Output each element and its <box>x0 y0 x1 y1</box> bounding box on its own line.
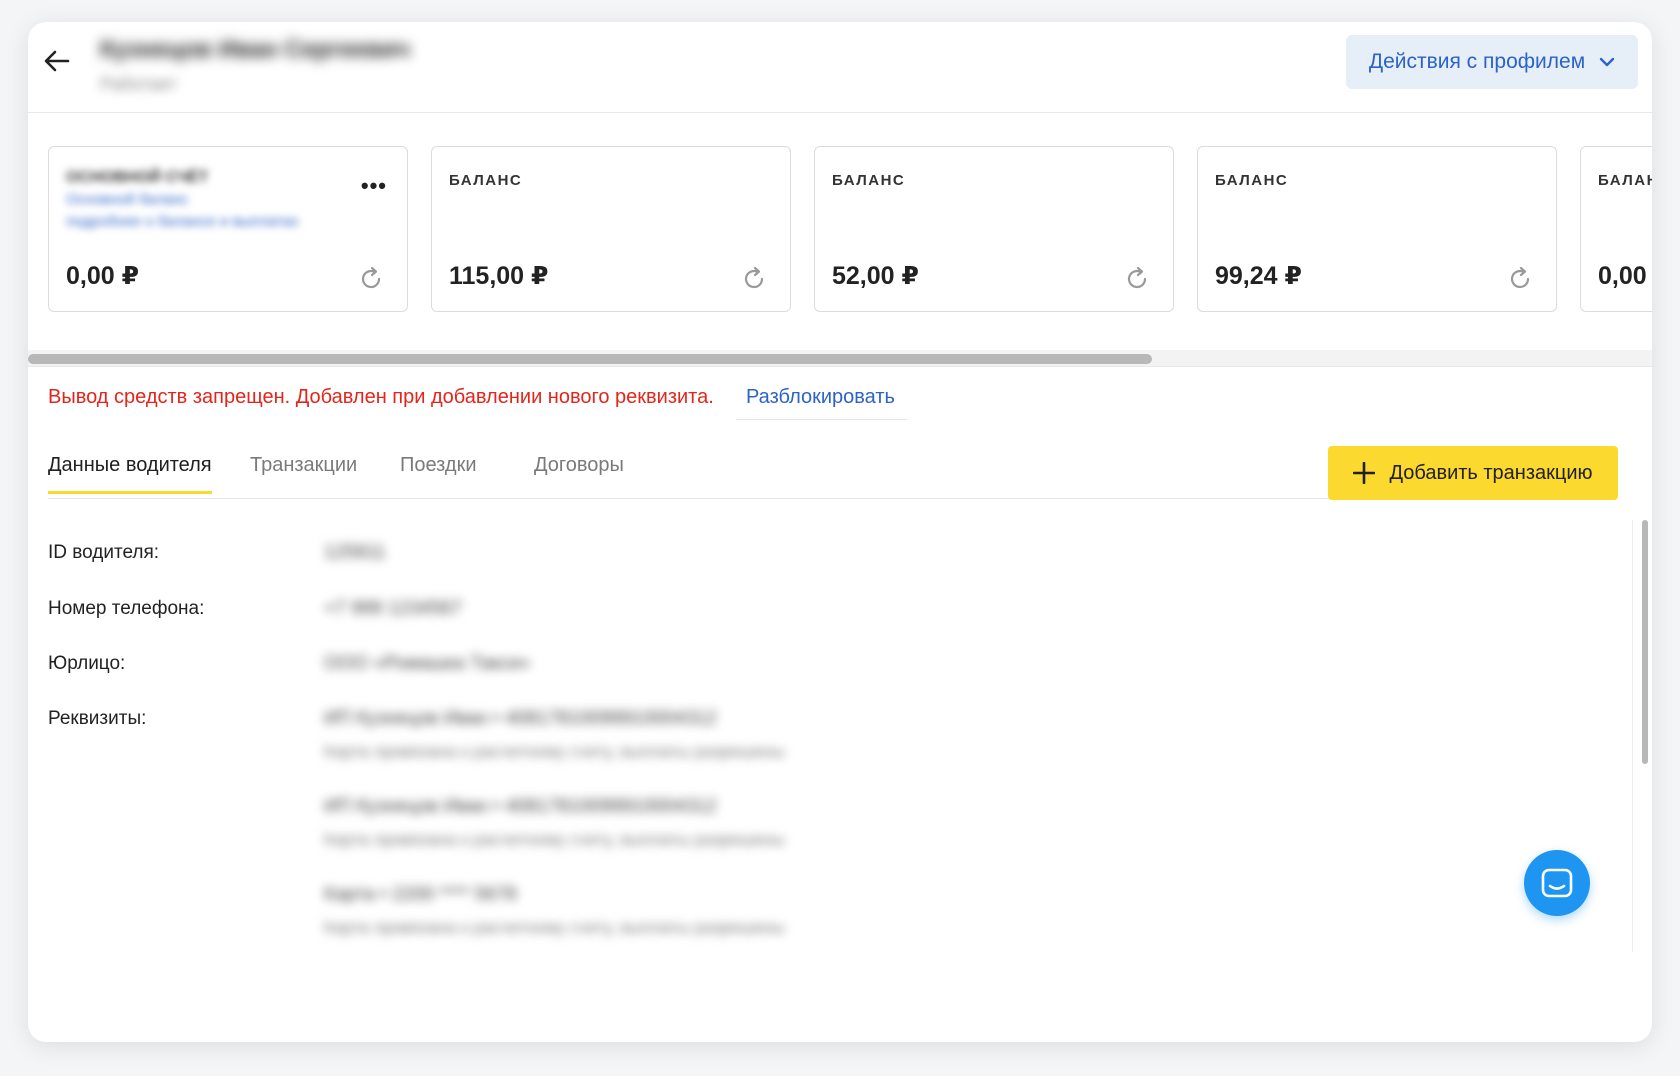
tab-transactions[interactable]: Транзакции <box>250 454 357 491</box>
app-window: Кузнецов Иван Сергеевич Работает Действи… <box>28 22 1652 1042</box>
legal-entity-label: Юрлицо: <box>48 653 126 674</box>
requisite-line: Карта • 2200 **** 5678 <box>324 884 517 905</box>
driver-details: ID водителя: 125811 Номер телефона: +7 9… <box>48 508 1628 948</box>
balance-card[interactable]: БАЛАНС 115,00 ₽ <box>431 146 791 312</box>
driver-name: Кузнецов Иван Сергеевич <box>100 36 410 63</box>
balance-card[interactable]: БАЛАНС 0,00 ₽ <box>1580 146 1652 312</box>
balance-cards: ОСНОВНОЙ СЧЁТ Основной баланс подробнее … <box>48 146 1652 318</box>
withdrawal-blocked-warning: Вывод средств запрещен. Добавлен при доб… <box>48 386 714 408</box>
page-header: Кузнецов Иван Сергеевич Работает Действи… <box>28 22 1652 113</box>
add-transaction-label: Добавить транзакцию <box>1389 461 1593 484</box>
profile-actions-label: Действия с профилем <box>1368 50 1586 73</box>
more-dots-icon[interactable]: ••• <box>361 173 387 199</box>
refresh-icon[interactable] <box>1506 265 1534 293</box>
tab-contracts[interactable]: Договоры <box>534 454 624 491</box>
card-amount: 0,00 ₽ <box>66 262 139 290</box>
balance-card[interactable]: БАЛАНС 99,24 ₽ <box>1197 146 1557 312</box>
chevron-down-icon <box>1599 57 1615 67</box>
card-label: БАЛАНС <box>1598 172 1652 189</box>
phone-value: +7 999 1234567 <box>324 598 462 619</box>
unblock-link[interactable]: Разблокировать <box>736 386 907 420</box>
vertical-scrollbar-track[interactable] <box>1632 520 1633 952</box>
vertical-scrollbar-thumb[interactable] <box>1642 520 1648 764</box>
legal-entity-value: ООО «Ромашка Такси» <box>324 653 531 674</box>
plus-icon <box>1353 462 1376 484</box>
card-label: ОСНОВНОЙ СЧЁТ <box>66 169 209 186</box>
card-amount: 99,24 ₽ <box>1215 262 1302 290</box>
balance-card[interactable]: БАЛАНС 52,00 ₽ <box>814 146 1174 312</box>
divider <box>28 366 1652 367</box>
refresh-icon[interactable] <box>740 265 768 293</box>
driver-id-label: ID водителя: <box>48 542 160 563</box>
requisite-line: ИП Кузнецов Иван • 40817810099910004312 <box>324 796 717 817</box>
requisite-note: Карта привязана к расчетному счету, выпл… <box>324 918 785 937</box>
card-amount: 52,00 ₽ <box>832 262 919 290</box>
horizontal-scrollbar[interactable] <box>28 350 1652 366</box>
requisite-line: ИП Кузнецов Иван • 40817810099910004312 <box>324 708 717 729</box>
requisite-note: Карта привязана к расчетному счету, выпл… <box>324 830 785 849</box>
card-sub-link[interactable]: Основной баланс <box>66 191 188 208</box>
arrow-left-icon <box>44 50 70 72</box>
tab-trips[interactable]: Поездки <box>400 454 477 491</box>
balance-card-main[interactable]: ОСНОВНОЙ СЧЁТ Основной баланс подробнее … <box>48 146 408 312</box>
requisites-label: Реквизиты: <box>48 708 147 729</box>
refresh-icon[interactable] <box>357 265 385 293</box>
card-label: БАЛАНС <box>1215 172 1289 189</box>
card-sub-link[interactable]: подробнее о балансе и выплатах <box>66 213 299 230</box>
chat-icon <box>1541 868 1573 898</box>
phone-label: Номер телефона: <box>48 598 205 619</box>
driver-id-value: 125811 <box>324 542 386 563</box>
requisite-note: Карта привязана к расчетному счету, выпл… <box>324 742 785 761</box>
card-amount: 115,00 ₽ <box>449 262 549 290</box>
add-transaction-button[interactable]: Добавить транзакцию <box>1328 446 1618 500</box>
tabs-bar: Данные водителя Транзакции Поездки Догов… <box>48 452 1334 499</box>
refresh-icon[interactable] <box>1123 265 1151 293</box>
horizontal-scrollbar-thumb[interactable] <box>28 354 1152 364</box>
card-label: БАЛАНС <box>832 172 906 189</box>
tab-driver-data[interactable]: Данные водителя <box>48 454 212 494</box>
driver-status: Работает <box>100 74 178 94</box>
support-chat-button[interactable] <box>1524 850 1590 916</box>
card-amount: 0,00 ₽ <box>1598 262 1652 290</box>
card-label: БАЛАНС <box>449 172 523 189</box>
profile-actions-button[interactable]: Действия с профилем <box>1346 35 1638 89</box>
back-button[interactable] <box>40 44 74 78</box>
